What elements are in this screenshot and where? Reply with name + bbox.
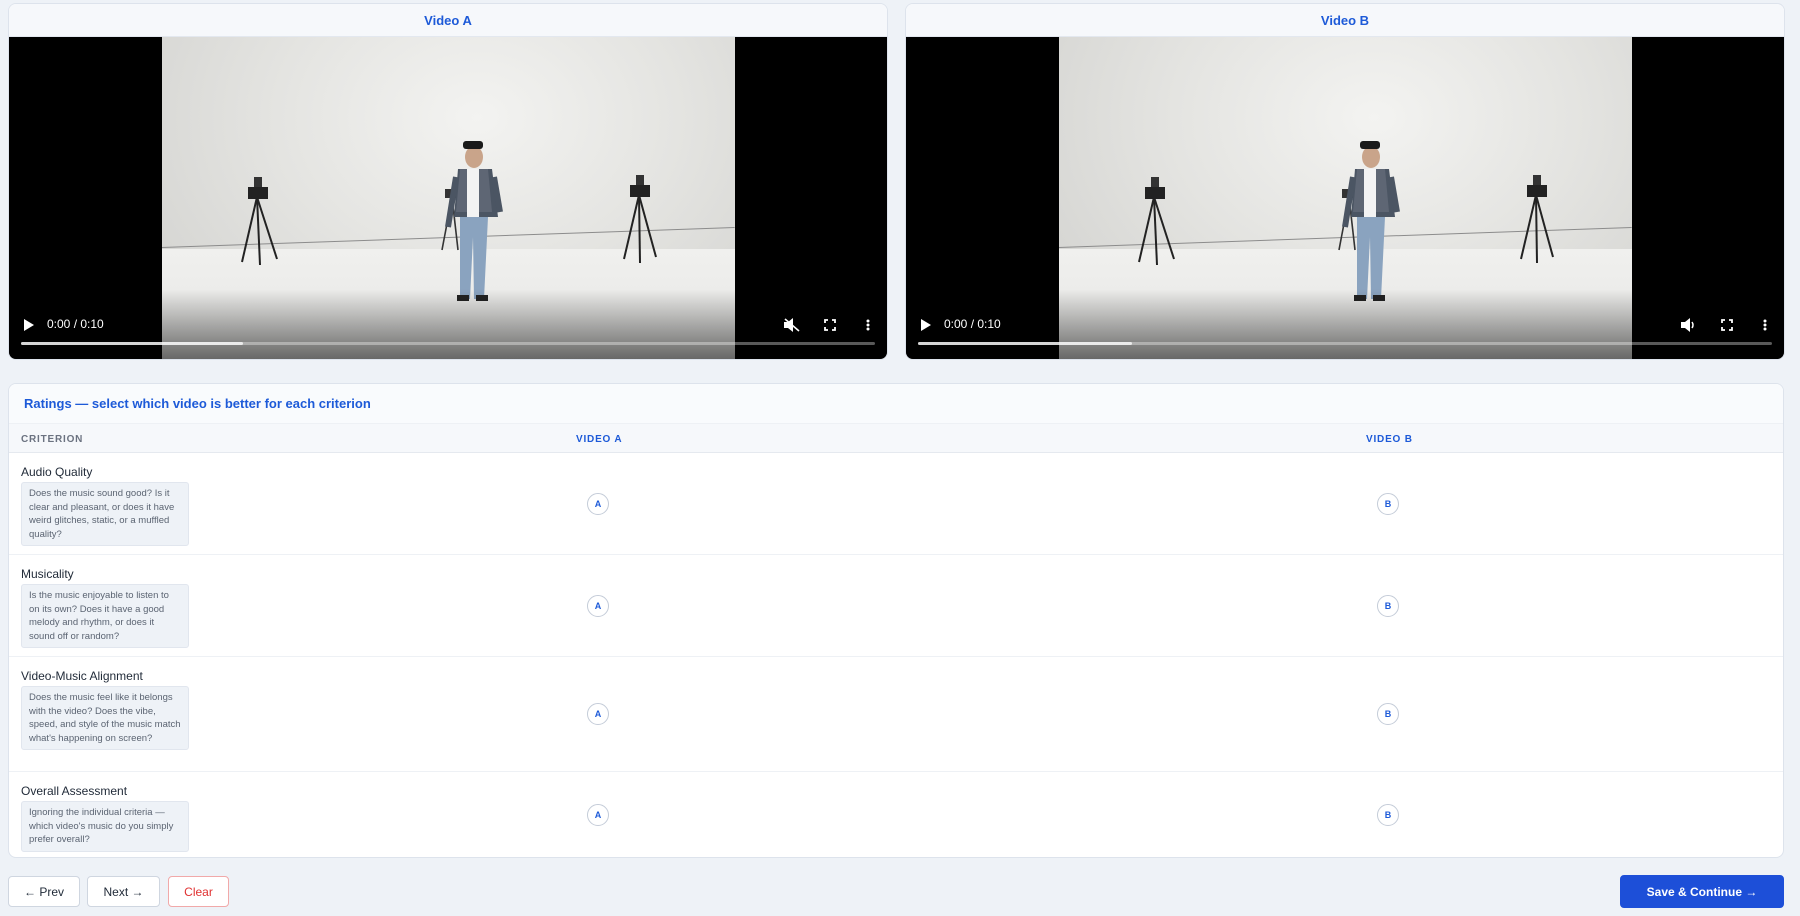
save-continue-button[interactable]: Save & Continue → [1620,875,1784,908]
choose-video-b-button[interactable]: B [1377,703,1399,725]
video-b-time: 0:00 / 0:10 [944,317,1001,331]
criterion-description: Does the music sound good? Is it clear a… [21,482,189,547]
ratings-card: Ratings — select which video is better f… [8,383,1784,858]
fullscreen-icon[interactable] [1716,315,1738,335]
header-criterion: CRITERION [21,434,84,445]
choose-video-a-button[interactable]: A [587,493,609,515]
ratings-table-header: CRITERION VIDEO A VIDEO B [9,424,1783,453]
next-button[interactable]: Next → [87,876,160,907]
video-a-time: 0:00 / 0:10 [47,317,104,331]
more-options-icon[interactable] [1754,315,1776,335]
video-a-panel: Video A 0:00 / 0:10 [8,3,888,360]
comparison-page: Video A 0:00 / 0:10 Video B 0:00 / 0:10 … [0,0,1800,916]
criterion-description: Is the music enjoyable to listen to on i… [21,584,189,649]
criterion-name: Video-Music Alignment [21,669,143,683]
video-a-title: Video A [9,4,887,37]
criterion-name: Musicality [21,567,74,581]
play-icon[interactable] [916,315,936,335]
criterion-row-video-music-alignment: Video-Music Alignment Does the music fee… [9,657,1783,772]
choose-video-a-button[interactable]: A [587,804,609,826]
criterion-name: Audio Quality [21,465,93,479]
video-b-buffered [918,342,1132,345]
criterion-row-audio-quality: Audio Quality Does the music sound good?… [9,453,1783,555]
video-a-progress-bar[interactable] [21,342,875,345]
more-options-icon[interactable] [857,315,879,335]
choose-video-b-button[interactable]: B [1377,804,1399,826]
criterion-name: Overall Assessment [21,784,128,798]
video-a-player[interactable]: 0:00 / 0:10 [9,37,887,359]
video-b-title: Video B [906,4,1784,37]
video-b-panel: Video B 0:00 / 0:10 [905,3,1785,360]
video-a-buffered [21,342,244,345]
video-b-player[interactable]: 0:00 / 0:10 [906,37,1784,359]
criterion-description: Ignoring the individual criteria — which… [21,801,189,852]
volume-icon[interactable] [1678,315,1700,335]
choose-video-b-button[interactable]: B [1377,493,1399,515]
criterion-row-overall-assessment: Overall Assessment Ignoring the individu… [9,772,1783,857]
criterion-row-musicality: Musicality Is the music enjoyable to lis… [9,555,1783,657]
choose-video-b-button[interactable]: B [1377,595,1399,617]
choose-video-a-button[interactable]: A [587,595,609,617]
prev-button[interactable]: ← Prev [8,876,80,907]
fullscreen-icon[interactable] [819,315,841,335]
criterion-description: Does the music feel like it belongs with… [21,686,189,751]
ratings-title: Ratings — select which video is better f… [9,384,1783,424]
muted-volume-icon[interactable] [781,315,803,335]
clear-button[interactable]: Clear [168,876,229,907]
header-video-a: VIDEO A [576,434,623,445]
choose-video-a-button[interactable]: A [587,703,609,725]
video-b-progress-bar[interactable] [918,342,1772,345]
header-video-b: VIDEO B [1366,434,1413,445]
play-icon[interactable] [19,315,39,335]
